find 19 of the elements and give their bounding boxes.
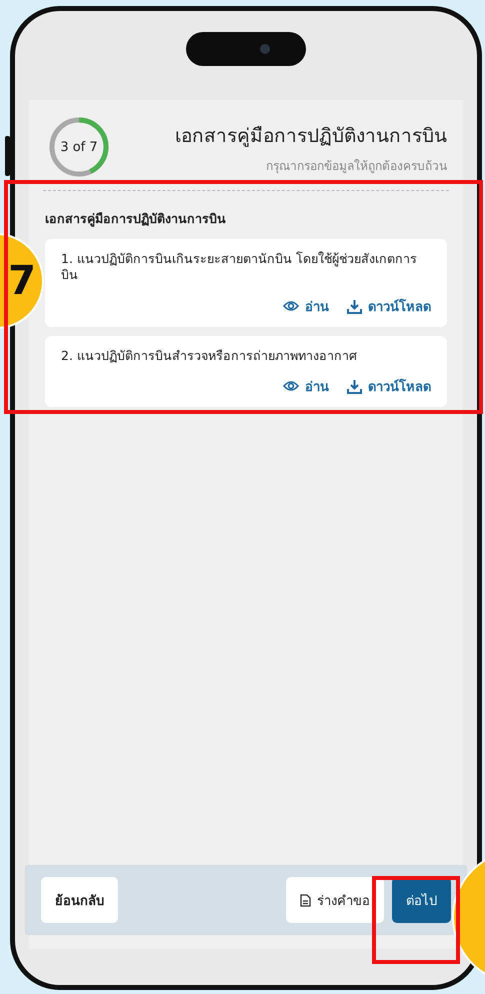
eye-icon <box>283 379 299 394</box>
draft-button[interactable]: ร่างคำขอ <box>286 877 384 923</box>
download-link[interactable]: ดาวน์โหลด <box>347 296 431 316</box>
download-icon <box>347 298 362 314</box>
read-link[interactable]: อ่าน <box>283 296 329 316</box>
page-title: เอกสารคู่มือการปฏิบัติงานการบิน <box>174 124 447 149</box>
download-link[interactable]: ดาวน์โหลด <box>347 376 431 397</box>
document-title: 1. แนวปฏิบัติการบินเกินระยะสายตานักบิน โดยใช้ผู้ช่วยสังเกตการบิน <box>61 251 418 284</box>
camera-lens-icon <box>260 44 270 54</box>
read-link[interactable]: อ่าน <box>283 376 329 397</box>
document-icon <box>300 894 311 906</box>
back-button[interactable]: ย้อนกลับ <box>41 877 118 923</box>
document-title: 2. แนวปฏิบัติการบินสำรวจหรือการถ่ายภาพทางอากาศ <box>61 348 358 364</box>
download-icon <box>347 378 362 394</box>
section-title: เอกสารคู่มือการปฏิบัติงานการบิน <box>45 210 227 229</box>
eye-icon <box>283 299 299 313</box>
next-button[interactable]: ต่อไป <box>392 877 451 923</box>
page-subtitle: กรุณากรอกข้อมูลให้ถูกต้องครบถ้วน <box>265 158 447 174</box>
step-counter: 3 of 7 <box>60 140 98 154</box>
